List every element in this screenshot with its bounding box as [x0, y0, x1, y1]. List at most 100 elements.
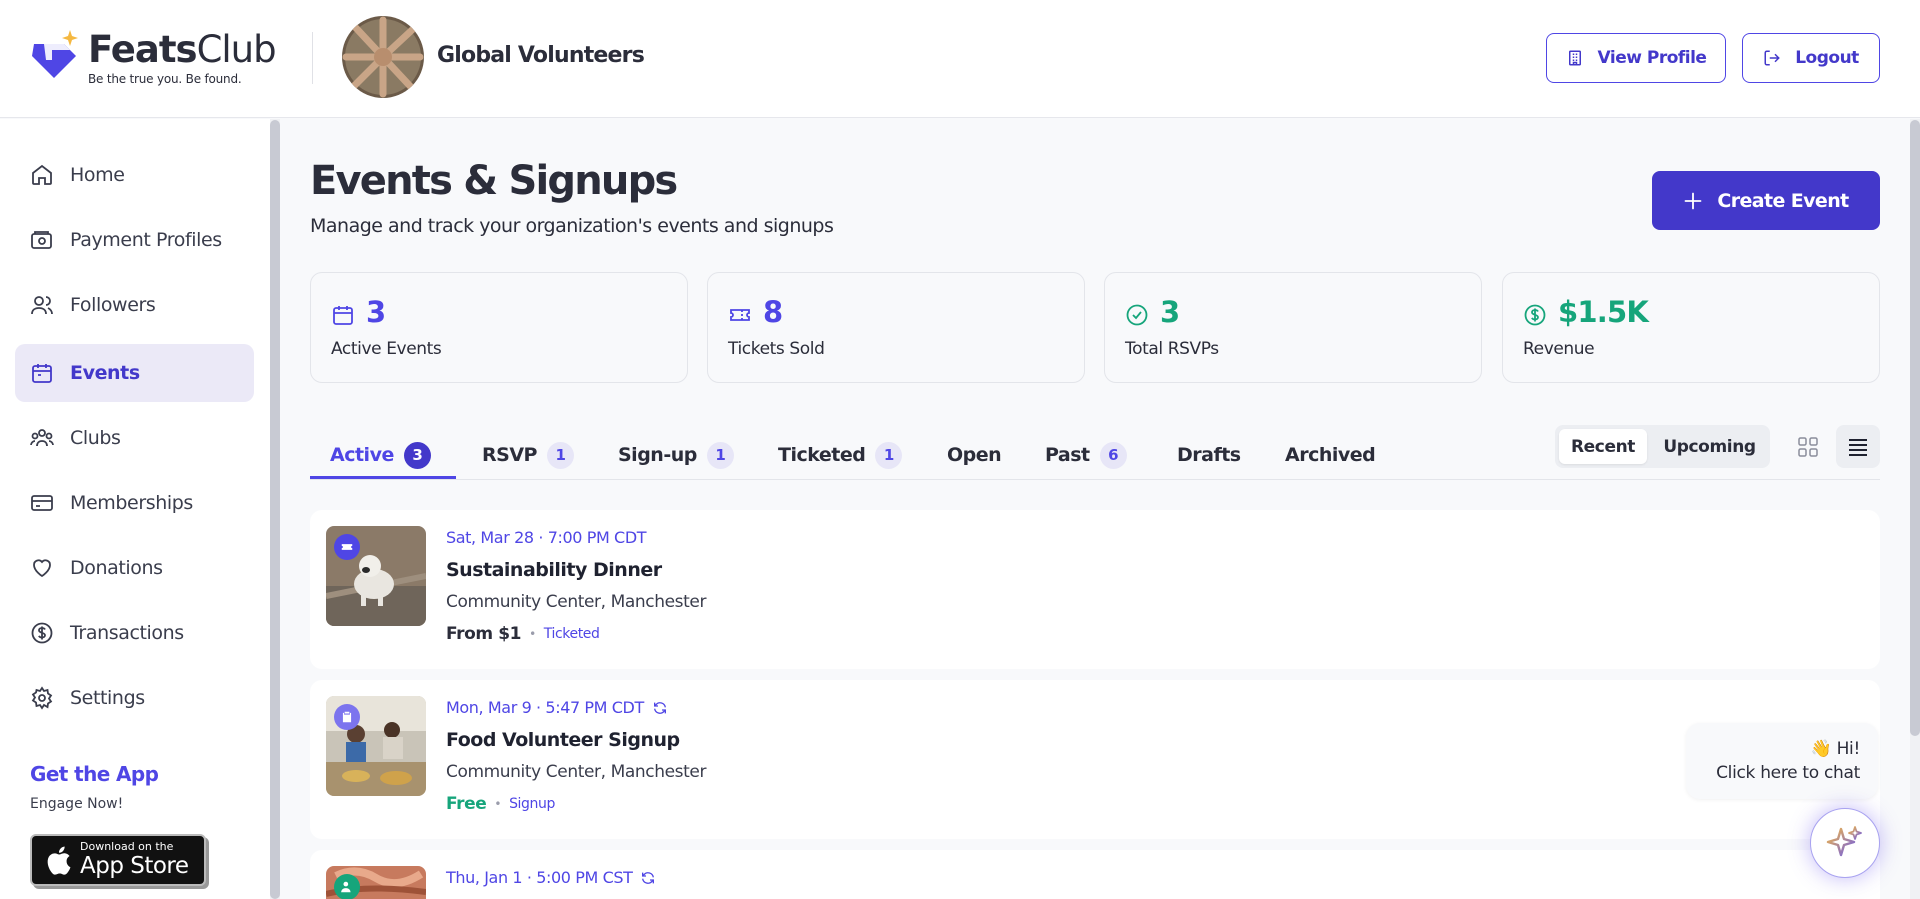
- signup-type-badge: [334, 704, 360, 730]
- view-profile-button[interactable]: View Profile: [1546, 33, 1726, 83]
- grid-icon: [1798, 436, 1818, 457]
- sidebar-item-transactions[interactable]: Transactions: [15, 604, 254, 662]
- sidebar-item-settings[interactable]: Settings: [15, 669, 254, 727]
- tab-label: RSVP: [482, 444, 537, 466]
- event-card[interactable]: Mon, Mar 9 · 5:47 PM CDT Food Volunteer …: [310, 680, 1880, 839]
- app-store-badge[interactable]: Download on the App Store: [30, 834, 206, 886]
- rsvp-type-badge: [334, 874, 360, 899]
- stat-label: Tickets Sold: [728, 339, 825, 359]
- event-card[interactable]: Thu, Jan 1 · 5:00 PM CST: [310, 850, 1880, 899]
- logo-icon: [30, 30, 86, 80]
- sidebar-item-memberships[interactable]: Memberships: [15, 474, 254, 532]
- sidebar-item-label: Transactions: [70, 622, 184, 644]
- event-title[interactable]: Food Volunteer Signup: [446, 729, 680, 751]
- tab-count-badge: 1: [706, 441, 734, 469]
- ticket-icon: [341, 544, 353, 550]
- event-date: Thu, Jan 1 · 5:00 PM CST: [446, 868, 656, 887]
- tab-open[interactable]: Open: [947, 430, 1002, 480]
- tab-count-badge: 1: [546, 441, 574, 469]
- ticket-type-badge: [334, 534, 360, 560]
- page-title: Events & Signups: [310, 158, 678, 204]
- tab-label: Drafts: [1177, 444, 1241, 466]
- event-price-row: Free • Signup: [446, 794, 555, 814]
- active-tab-underline: [310, 476, 456, 479]
- event-card[interactable]: Sat, Mar 28 · 7:00 PM CDT Sustainability…: [310, 510, 1880, 669]
- event-title[interactable]: Sustainability Dinner: [446, 559, 662, 581]
- event-thumbnail: [326, 866, 426, 899]
- tab-rsvp[interactable]: RSVP 1: [482, 430, 574, 480]
- stat-label: Active Events: [331, 339, 442, 359]
- event-date-text: Thu, Jan 1 · 5:00 PM CST: [446, 868, 633, 887]
- logo-name-bold: Feats: [88, 28, 198, 71]
- stat-label: Total RSVPs: [1125, 339, 1219, 359]
- logout-label: Logout: [1795, 48, 1859, 68]
- tab-past[interactable]: Past 6: [1045, 430, 1127, 480]
- featsclub-logo[interactable]: FeatsClub Be the true you. Be found.: [30, 28, 277, 86]
- tab-label: Active: [330, 444, 394, 466]
- sidebar-item-events[interactable]: Events: [15, 344, 254, 402]
- sidebar-item-donations[interactable]: Donations: [15, 539, 254, 597]
- create-event-label: Create Event: [1717, 189, 1849, 212]
- wallet-icon: [31, 231, 52, 249]
- chat-greeting-bubble[interactable]: 👋 Hi! Click here to chat: [1686, 723, 1878, 799]
- heart-icon: [33, 559, 51, 578]
- recurring-icon: [642, 871, 655, 884]
- calendar-icon: [333, 306, 353, 325]
- tab-archived[interactable]: Archived: [1285, 430, 1376, 480]
- card-icon: [31, 495, 53, 511]
- sidebar-item-payment-profiles[interactable]: Payment Profiles: [15, 211, 254, 269]
- tab-active[interactable]: Active 3: [330, 430, 431, 480]
- get-app-section: Get the App Engage Now!: [30, 762, 159, 812]
- stat-value: 3: [366, 295, 386, 329]
- separator-dot: •: [494, 797, 502, 811]
- list-view-button[interactable]: [1836, 425, 1880, 468]
- plus-icon: [1684, 192, 1702, 209]
- tab-count-badge: 1: [875, 441, 903, 469]
- stat-card-revenue: $1.5K Revenue: [1502, 272, 1880, 383]
- calendar-icon: [32, 364, 52, 383]
- sort-recent-button[interactable]: Recent: [1559, 429, 1647, 464]
- grid-view-button[interactable]: [1790, 425, 1826, 468]
- group-icon: [30, 429, 54, 447]
- tab-label: Ticketed: [778, 444, 866, 466]
- tab-sign-up[interactable]: Sign-up 1: [618, 430, 734, 480]
- sidebar-item-home[interactable]: Home: [15, 146, 254, 204]
- event-location: Community Center, Manchester: [446, 592, 707, 612]
- view-profile-label: View Profile: [1597, 48, 1707, 68]
- chat-prompt: Click here to chat: [1716, 763, 1860, 783]
- sidebar-item-followers[interactable]: Followers: [15, 276, 254, 334]
- event-price: From $1: [446, 624, 522, 644]
- stat-card-tickets-sold: 8 Tickets Sold: [707, 272, 1085, 383]
- event-kind: Signup: [509, 796, 555, 812]
- recurring-icon: [653, 701, 666, 714]
- sidebar: Home Payment Profiles Followers Events C…: [0, 119, 270, 899]
- stat-value: 8: [763, 295, 783, 329]
- chat-launcher-button[interactable]: [1810, 808, 1880, 878]
- sidebar-item-clubs[interactable]: Clubs: [15, 409, 254, 467]
- tab-drafts[interactable]: Drafts: [1177, 430, 1241, 480]
- org-avatar[interactable]: [342, 16, 424, 98]
- event-date-text: Mon, Mar 9 · 5:47 PM CDT: [446, 698, 644, 717]
- org-name: Global Volunteers: [437, 43, 645, 68]
- logo-tagline: Be the true you. Be found.: [88, 72, 242, 86]
- header-divider: [312, 32, 313, 84]
- logout-button[interactable]: Logout: [1742, 33, 1880, 83]
- tab-ticketed[interactable]: Ticketed 1: [778, 430, 903, 480]
- event-thumbnail: [326, 696, 426, 796]
- tab-label: Open: [947, 444, 1002, 466]
- sort-upcoming-button[interactable]: Upcoming: [1653, 429, 1766, 464]
- home-icon: [32, 164, 52, 185]
- event-price: Free: [446, 794, 487, 814]
- app-store-small-text: Download on the: [80, 840, 174, 853]
- sidebar-item-label: Clubs: [70, 427, 121, 449]
- stat-value: $1.5K: [1558, 295, 1649, 329]
- tab-label: Sign-up: [618, 444, 697, 466]
- sidebar-scrollbar-thumb[interactable]: [270, 120, 280, 899]
- dollar-circle-icon: [1524, 304, 1546, 326]
- tab-label: Past: [1045, 444, 1090, 466]
- event-location: Community Center, Manchester: [446, 762, 707, 782]
- create-event-button[interactable]: Create Event: [1652, 171, 1880, 230]
- main-scrollbar-thumb[interactable]: [1910, 120, 1920, 736]
- chat-greeting: 👋 Hi!: [1810, 739, 1861, 759]
- check-circle-icon: [1126, 304, 1148, 326]
